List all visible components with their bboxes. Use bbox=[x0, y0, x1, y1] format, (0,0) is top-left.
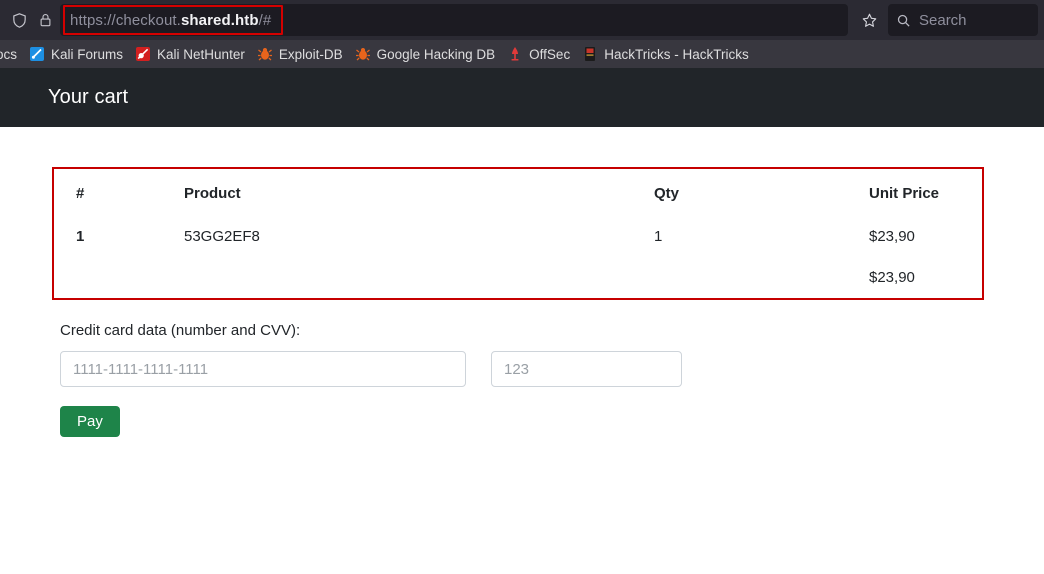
cart-table: # Product Qty Unit Price 1 53GG2EF8 1 $2… bbox=[54, 169, 982, 298]
page-content: # Product Qty Unit Price 1 53GG2EF8 1 $2… bbox=[0, 167, 1044, 437]
star-icon[interactable] bbox=[854, 5, 884, 35]
total-spacer-num bbox=[54, 257, 184, 298]
bookmark-offsec[interactable]: OffSec bbox=[501, 43, 576, 65]
bookmark-label: Google Hacking DB bbox=[376, 46, 496, 62]
url-suffix: /# bbox=[258, 11, 272, 29]
address-bar[interactable]: https://checkout.shared.htb/# bbox=[60, 4, 848, 36]
column-header-qty: Qty bbox=[654, 185, 680, 202]
bookmark-exploit-db[interactable]: Exploit-DB bbox=[251, 43, 349, 65]
bookmark-label: Kali NetHunter bbox=[157, 46, 245, 62]
bookmark-label: OffSec bbox=[529, 46, 571, 62]
search-placeholder-label: Search bbox=[919, 11, 967, 29]
column-header-product: Product bbox=[184, 185, 241, 202]
pay-button[interactable]: Pay bbox=[60, 406, 120, 437]
browser-chrome: https://checkout.shared.htb/# Search ocs bbox=[0, 0, 1044, 68]
cvv-input[interactable] bbox=[491, 351, 682, 387]
bookmark-hacktricks[interactable]: HackTricks - HackTricks bbox=[576, 43, 755, 65]
column-header-number: # bbox=[76, 185, 85, 202]
total-spacer-qty bbox=[654, 257, 869, 298]
page-viewport: Your cart # Product Qty Unit Price 1 53G… bbox=[0, 68, 1044, 574]
credit-card-label: Credit card data (number and CVV): bbox=[60, 322, 301, 339]
bookmark-kali-forums[interactable]: Kali Forums bbox=[23, 43, 129, 65]
bookmark-kali-docs[interactable]: ocs bbox=[0, 43, 23, 65]
table-total-row: $23,90 bbox=[54, 257, 982, 298]
site-navbar: Your cart bbox=[0, 68, 1044, 127]
credit-card-input-row bbox=[60, 351, 1044, 387]
cell-unit-price: $23,90 bbox=[869, 228, 915, 245]
card-number-input[interactable] bbox=[60, 351, 466, 387]
bookmark-google-hacking-db[interactable]: Google Hacking DB bbox=[349, 43, 502, 65]
page-title: Your cart bbox=[48, 86, 129, 108]
browser-toolbar: https://checkout.shared.htb/# Search bbox=[0, 0, 1044, 40]
cart-table-annotation: # Product Qty Unit Price 1 53GG2EF8 1 $2… bbox=[52, 167, 984, 300]
cart-table-head: # Product Qty Unit Price bbox=[54, 169, 982, 216]
bookmark-label: ocs bbox=[0, 46, 18, 62]
bookmark-label: HackTricks - HackTricks bbox=[604, 46, 749, 62]
kali-nethunter-icon bbox=[136, 47, 151, 61]
shield-icon[interactable] bbox=[6, 7, 32, 33]
bookmark-kali-nethunter[interactable]: Kali NetHunter bbox=[129, 43, 251, 65]
search-input[interactable]: Search bbox=[888, 4, 1038, 36]
payment-form: Credit card data (number and CVV): Pay bbox=[60, 322, 1044, 437]
padlock-icon[interactable] bbox=[32, 7, 58, 33]
bookmark-label: Exploit-DB bbox=[278, 46, 343, 62]
cell-qty: 1 bbox=[654, 228, 663, 245]
address-bar-text: https://checkout.shared.htb/# bbox=[70, 12, 271, 29]
table-header-row: # Product Qty Unit Price bbox=[54, 169, 982, 216]
exploit-db-bug-icon bbox=[257, 48, 272, 61]
cell-row-number: 1 bbox=[76, 228, 85, 245]
total-spacer-prod bbox=[184, 257, 654, 298]
bookmark-label: Kali Forums bbox=[51, 46, 124, 62]
table-row: 1 53GG2EF8 1 $23,90 bbox=[54, 216, 982, 257]
kali-forums-icon bbox=[30, 47, 45, 61]
cell-product: 53GG2EF8 bbox=[184, 228, 260, 245]
google-hacking-db-bug-icon bbox=[355, 48, 370, 61]
url-prefix: https://checkout. bbox=[70, 11, 181, 29]
cart-table-body: 1 53GG2EF8 1 $23,90 $23,90 bbox=[54, 216, 982, 298]
hacktricks-icon bbox=[585, 47, 596, 61]
search-icon bbox=[897, 14, 910, 27]
url-host: shared.htb bbox=[180, 11, 259, 29]
bookmarks-bar: ocs Kali Forums Kali NetHunter bbox=[0, 40, 1044, 68]
cell-total-price: $23,90 bbox=[869, 269, 915, 286]
offsec-icon bbox=[511, 47, 519, 61]
column-header-unit-price: Unit Price bbox=[869, 185, 940, 202]
